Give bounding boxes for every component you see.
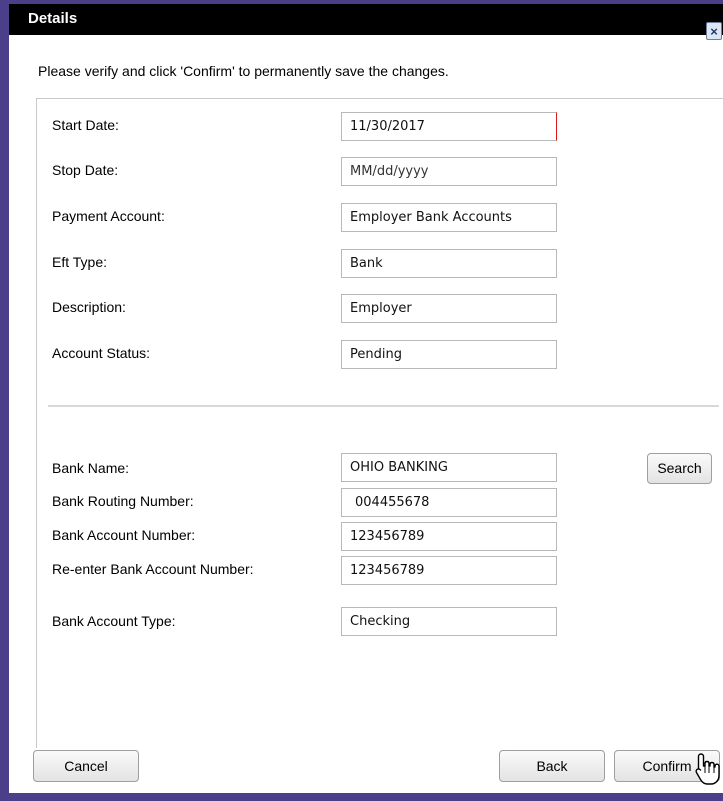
account-status-field[interactable]: Pending [341,340,557,369]
dialog-titlebar: Details [9,4,723,35]
cancel-button[interactable]: Cancel [33,750,139,782]
bank-account-type-label: Bank Account Type: [52,613,176,629]
bank-routing-number-label: Bank Routing Number: [52,493,194,509]
stop-date-label: Stop Date: [52,162,119,178]
bank-name-field[interactable]: OHIO BANKING [341,453,557,482]
bank-name-label: Bank Name: [52,460,130,476]
start-date-field[interactable]: 11/30/2017 [341,112,557,141]
bank-routing-number-field[interactable]: 004455678 [341,488,557,517]
account-status-label: Account Status: [52,345,151,361]
eft-type-label: Eft Type: [52,254,107,270]
reenter-bank-account-number-label: Re-enter Bank Account Number: [52,561,254,577]
dialog-title: Details [28,10,78,27]
section-divider [48,405,719,407]
start-date-label: Start Date: [52,117,119,133]
bank-account-type-field[interactable]: Checking [341,607,557,636]
bank-account-number-field[interactable]: 123456789 [341,522,557,551]
payment-account-label: Payment Account: [52,208,165,224]
bank-account-number-label: Bank Account Number: [52,527,196,543]
stop-date-field[interactable]: MM/dd/yyyy [341,157,557,186]
hand-pointer-icon [695,753,720,785]
description-field[interactable]: Employer [341,294,557,323]
payment-account-field[interactable]: Employer Bank Accounts [341,203,557,232]
form-panel [36,98,723,748]
description-label: Description: [52,299,126,315]
eft-type-field[interactable]: Bank [341,249,557,278]
reenter-bank-account-number-field[interactable]: 123456789 [341,556,557,585]
search-button[interactable]: Search [647,453,712,484]
instruction-text: Please verify and click 'Confirm' to per… [38,63,449,79]
close-icon[interactable]: × [706,22,722,40]
back-button[interactable]: Back [499,750,605,782]
